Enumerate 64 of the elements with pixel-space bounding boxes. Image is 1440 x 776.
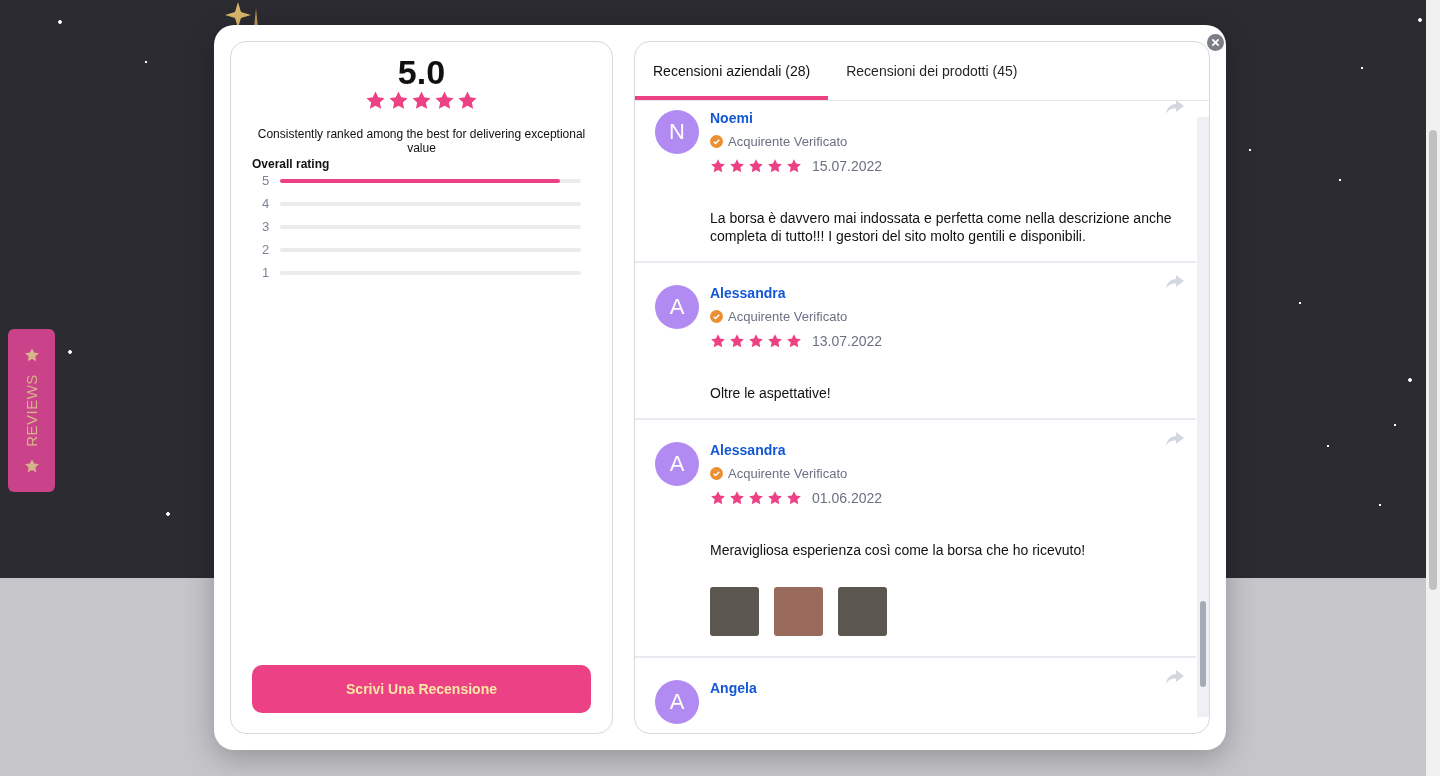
star-icon [710, 333, 726, 349]
review-text: Meravigliosa esperienza così come la borsa che ho ricevuto! [710, 541, 1086, 559]
share-icon[interactable] [1166, 275, 1184, 289]
review-text: Oltre le aspettative! [710, 384, 832, 402]
star-icon [729, 490, 745, 506]
star-icon [767, 333, 783, 349]
share-icon[interactable] [1166, 670, 1184, 684]
close-icon [1211, 38, 1220, 47]
verified-buyer-label: Acquirente Verificato [728, 134, 848, 149]
verified-buyer-label: Acquirente Verificato [728, 309, 848, 324]
overall-rating-label: Overall rating [252, 157, 330, 171]
verified-check-icon [710, 310, 723, 323]
reviewer-name: Angela [710, 680, 757, 696]
star-icon [23, 458, 40, 474]
verified-check-icon [710, 135, 723, 148]
star-icon [411, 90, 432, 111]
avatar: A [655, 285, 699, 329]
rating-label: 3 [262, 219, 270, 235]
share-icon[interactable] [1166, 101, 1184, 114]
star-icon [457, 90, 478, 111]
rating-label: 5 [262, 173, 270, 189]
avatar: A [655, 442, 699, 486]
avatar: N [655, 110, 699, 154]
tagline: Consistently ranked among the best for delivering exceptional value [256, 127, 587, 155]
review-date: 15.07.2022 [812, 158, 883, 174]
star-icon [786, 490, 802, 506]
star-icon [388, 90, 409, 111]
star-icon [729, 333, 745, 349]
star-icon [748, 158, 764, 174]
average-score: 5.0 [397, 54, 446, 90]
star-icon [748, 490, 764, 506]
star-icon [767, 490, 783, 506]
photo-placeholder[interactable] [710, 587, 759, 636]
reviewer-name: Alessandra [710, 442, 787, 458]
tab[interactable]: Recensioni dei prodotti (45) [828, 42, 1036, 100]
review-date: 01.06.2022 [812, 490, 883, 506]
close-button[interactable] [1207, 34, 1224, 51]
star-icon [748, 333, 764, 349]
star-icon [786, 333, 802, 349]
share-icon[interactable] [1166, 432, 1184, 446]
reviewer-name: Alessandra [710, 285, 787, 301]
page-scrollbar[interactable] [1426, 0, 1440, 776]
sparkle-icon [224, 2, 260, 28]
star-icon [23, 347, 40, 363]
star-icon [365, 90, 386, 111]
avatar: A [655, 680, 699, 724]
review-text: La borsa è davvero mai indossata e perfetta come nella descrizione anche completa di tutto!!! I gestori del sito molto gentili e disponibili. [710, 209, 1173, 245]
star-icon [729, 158, 745, 174]
rating-label: 2 [262, 242, 270, 258]
photo-placeholder[interactable] [838, 587, 887, 636]
rating-label: 1 [262, 265, 270, 281]
star-icon [767, 158, 783, 174]
scrollbar[interactable] [1197, 117, 1209, 717]
star-icon [710, 158, 726, 174]
verified-buyer-label: Acquirente Verificato [728, 466, 848, 481]
tab[interactable]: Recensioni aziendali (28) [635, 42, 829, 100]
reviewer-name: Noemi [710, 110, 754, 126]
star-icon [434, 90, 455, 111]
rating-label: 4 [262, 196, 270, 212]
star-icon [710, 490, 726, 506]
photo-placeholder[interactable] [774, 587, 823, 636]
verified-check-icon [710, 467, 723, 480]
review-date: 13.07.2022 [812, 333, 883, 349]
star-icon [786, 158, 802, 174]
